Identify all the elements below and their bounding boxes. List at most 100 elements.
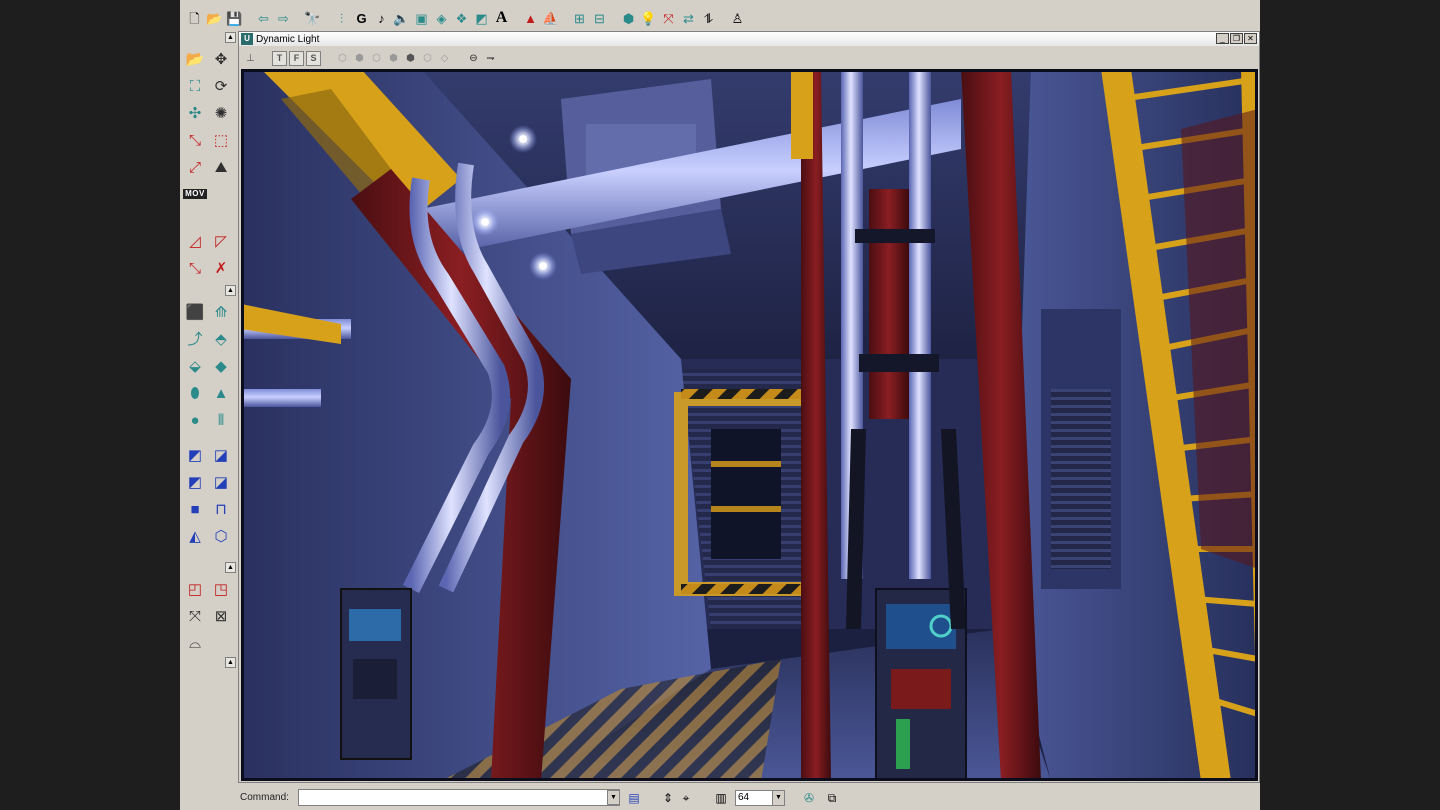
cone-builder-icon[interactable]: ▲: [208, 380, 234, 406]
lock-icon[interactable]: ⇁: [483, 51, 498, 66]
clip-flip-icon[interactable]: ⤡: [182, 255, 208, 281]
command-label: Command:: [240, 792, 289, 803]
build-lighting-icon[interactable]: 💡: [639, 9, 658, 28]
maximize-viewport-icon[interactable]: ⧉: [824, 791, 840, 806]
player-start-icon[interactable]: ♙: [728, 9, 747, 28]
csg-intersect-icon[interactable]: ◩: [182, 469, 208, 495]
viewport-title: Dynamic Light: [256, 33, 320, 45]
spiral-stairs-icon[interactable]: ⬘: [208, 326, 234, 352]
command-history-dropdown-icon[interactable]: ▼: [607, 790, 620, 805]
brush-scale-icon[interactable]: ⛶: [182, 73, 208, 99]
csg-add-icon[interactable]: ◩: [182, 442, 208, 468]
texture-pan-icon[interactable]: ✺: [208, 100, 234, 126]
snap-vertex-icon[interactable]: ⌖: [678, 791, 694, 806]
zone-icon[interactable]: ⬢: [352, 51, 367, 66]
static-mesh-icon[interactable]: ◩: [472, 9, 491, 28]
rotation-snap-icon[interactable]: ✇: [801, 791, 817, 806]
save-icon[interactable]: 💾: [225, 9, 244, 28]
command-input[interactable]: [298, 789, 620, 806]
new-file-icon[interactable]: 🗋: [185, 9, 204, 28]
minimize-icon[interactable]: _: [1216, 33, 1229, 44]
camera-move-icon[interactable]: 📂: [182, 46, 208, 72]
wireframe-icon[interactable]: ⬡: [335, 51, 350, 66]
search-icon[interactable]: 🔭: [303, 9, 322, 28]
texture-browser-icon[interactable]: ▣: [412, 9, 431, 28]
hide-selected-icon[interactable]: ◳: [208, 576, 234, 602]
brush-rotate-icon[interactable]: ⟳: [208, 73, 234, 99]
csg-subtract-icon[interactable]: ◪: [208, 442, 234, 468]
grid-size-dropdown-icon[interactable]: ▼: [772, 791, 784, 805]
dynamic-light-icon[interactable]: ⬢: [403, 51, 418, 66]
clip-split-icon[interactable]: ◸: [208, 228, 234, 254]
matinee-icon[interactable]: ⊟: [590, 9, 609, 28]
undo-icon[interactable]: ⇦: [254, 9, 273, 28]
face-drag-icon[interactable]: ⬚: [208, 127, 234, 153]
brush-clip-icon[interactable]: ✣: [182, 100, 208, 126]
viewport-toolbar: ⊥ T F S ⬡ ⬢ ⬡ ⬢ ⬢ ⬡ ◇ ⊖ ⇁: [239, 48, 1259, 68]
unlit-icon[interactable]: ⬡: [420, 51, 435, 66]
clip-plane-icon[interactable]: ◿: [182, 228, 208, 254]
camera-speed-icon[interactable]: ⌓: [182, 630, 208, 656]
mesh-browser-icon[interactable]: ◈: [432, 9, 451, 28]
terrain-icon[interactable]: ▲: [521, 9, 540, 28]
cube-builder-icon[interactable]: ⬛: [182, 299, 208, 325]
movie-mode-icon[interactable]: MOV: [182, 181, 208, 207]
prefab-icon[interactable]: ❖: [452, 9, 471, 28]
cylinder-builder-icon[interactable]: ⬮: [182, 380, 208, 406]
kismet-icon[interactable]: ⊞: [570, 9, 589, 28]
add-volume-icon[interactable]: ◭: [182, 523, 208, 549]
main-toolbar: 🗋 📂 💾 ⇦ ⇨ 🔭 ⫶ G ♪ 🔈 ▣ ◈ ❖ ◩ A ▲ ⛵ ⊞ ⊟ ⬢ …: [180, 4, 1260, 32]
stairs-builder-icon[interactable]: ⟰: [208, 299, 234, 325]
terrain-builder-icon[interactable]: ⬙: [182, 353, 208, 379]
terrain-edit-icon[interactable]: ⤢: [182, 154, 208, 180]
tool-group-modes: ▲ 📂 ✥ ⛶ ⟳ ✣ ✺ ⤡ ⬚ ⤢ ⛰ MOV: [180, 32, 238, 222]
add-mover-icon[interactable]: ⊓: [208, 496, 234, 522]
collapse-icon[interactable]: ▲: [225, 32, 236, 43]
vertex-edit-icon[interactable]: ✥: [208, 46, 234, 72]
front-view-icon[interactable]: F: [289, 50, 304, 66]
music-icon[interactable]: ♪: [372, 9, 391, 28]
sphere-builder-icon[interactable]: ●: [182, 407, 208, 433]
add-special-icon[interactable]: ■: [182, 496, 208, 522]
viewport-menu-icon[interactable]: ⊥: [243, 51, 258, 66]
show-selected-icon[interactable]: ◰: [182, 576, 208, 602]
sound-icon[interactable]: 🔈: [392, 9, 411, 28]
open-folder-icon[interactable]: 📂: [205, 9, 224, 28]
select-invert-icon[interactable]: ⤧: [182, 603, 208, 629]
viewport-3d-scene[interactable]: [241, 69, 1258, 781]
grid-toggle-icon[interactable]: ▥: [713, 791, 729, 806]
animation-icon[interactable]: ⛵: [541, 9, 560, 28]
sheet-builder-icon[interactable]: ◆: [208, 353, 234, 379]
realtime-icon[interactable]: ⊖: [466, 51, 481, 66]
curved-stairs-icon[interactable]: ⤴: [182, 326, 208, 352]
lock-selection-icon[interactable]: ⇕: [660, 791, 676, 806]
viewport-titlebar: U Dynamic Light _ ❐ ✕: [239, 32, 1259, 46]
unreal-logo-icon: U: [241, 33, 253, 45]
matinee-mode-icon[interactable]: ⛰: [208, 154, 234, 180]
maximize-icon[interactable]: ❐: [1230, 33, 1243, 44]
log-window-icon[interactable]: ▤: [626, 791, 642, 806]
freehand-poly-icon[interactable]: ⤡: [182, 127, 208, 153]
redo-icon[interactable]: ⇨: [274, 9, 293, 28]
collapse-icon[interactable]: ▲: [225, 562, 236, 573]
font-icon[interactable]: A: [492, 9, 511, 28]
texture-usage-icon[interactable]: ⬡: [369, 51, 384, 66]
close-icon[interactable]: ✕: [1244, 33, 1257, 44]
realtime-preview-icon[interactable]: ◇: [437, 51, 452, 66]
clip-delete-icon[interactable]: ✗: [208, 255, 234, 281]
build-geometry-icon[interactable]: ⬢: [619, 9, 638, 28]
collapse-icon[interactable]: ▲: [225, 657, 236, 668]
play-level-icon[interactable]: ⥮: [699, 9, 718, 28]
top-view-icon[interactable]: T: [272, 50, 287, 66]
collapse-icon[interactable]: ▲: [225, 285, 236, 296]
build-paths-icon[interactable]: ⤧: [659, 9, 678, 28]
volumetric-builder-icon[interactable]: ⫴: [208, 407, 234, 433]
group-browser-icon[interactable]: G: [352, 9, 371, 28]
build-all-icon[interactable]: ⇄: [679, 9, 698, 28]
actor-browser-icon[interactable]: ⫶: [332, 9, 351, 28]
add-static-mesh-icon[interactable]: ⬡: [208, 523, 234, 549]
show-all-icon[interactable]: ⊠: [208, 603, 234, 629]
bsp-cuts-icon[interactable]: ⬢: [386, 51, 401, 66]
side-view-icon[interactable]: S: [306, 50, 321, 66]
csg-deintersect-icon[interactable]: ◪: [208, 469, 234, 495]
